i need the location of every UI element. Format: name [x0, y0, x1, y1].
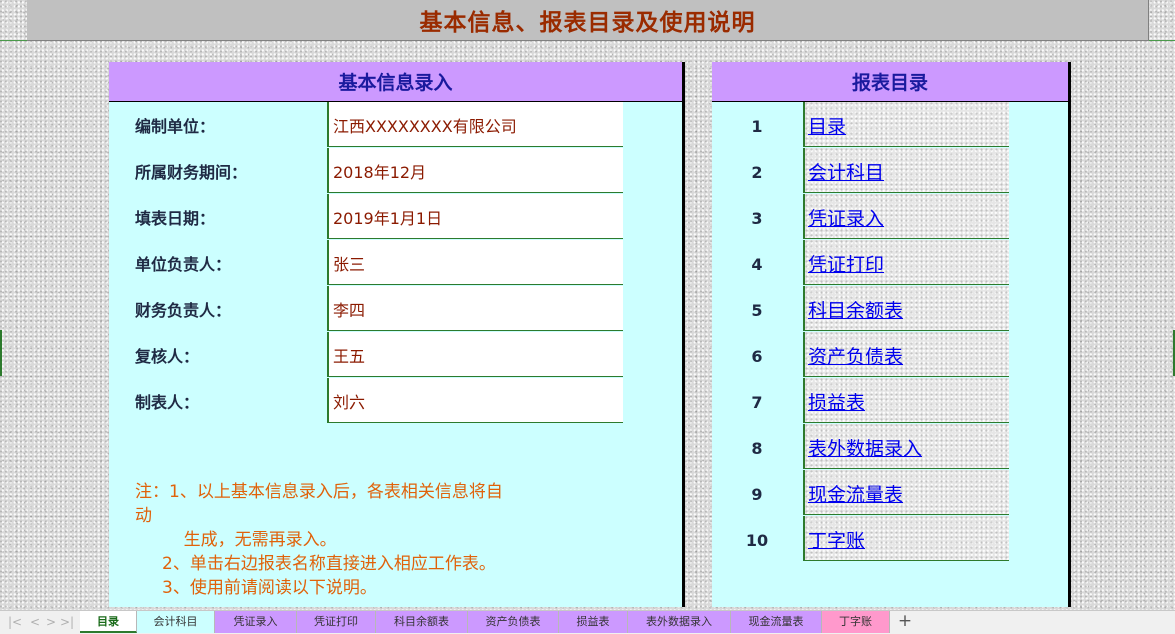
toc-number: 4 — [751, 255, 763, 274]
basic-info-panel: 基本信息录入 编制单位： 江西XXXXXXXX有限公司所属财务期间： 2018年12… — [109, 62, 685, 607]
sheet-tab[interactable]: 凭证录入 — [215, 611, 297, 633]
toc-number: 2 — [751, 163, 763, 182]
info-row: 填表日期： 2019年1月1日 — [109, 194, 682, 240]
toc-row: 7 损益表 — [712, 378, 1068, 424]
gridline-left — [0, 40, 27, 41]
info-label: 制表人： — [135, 393, 200, 412]
info-label: 编制单位： — [135, 117, 216, 136]
info-value-cell[interactable]: 李四 — [327, 286, 623, 331]
info-row: 制表人： 刘六 — [109, 378, 682, 424]
toc-link[interactable]: 凭证录入 — [803, 194, 1009, 239]
sheet-tab[interactable]: 资产负债表 — [468, 611, 559, 633]
gridline-right — [1149, 40, 1175, 41]
info-row: 财务负责人： 李四 — [109, 286, 682, 332]
basic-info-title: 基本信息录入 — [338, 72, 453, 94]
toc-link[interactable]: 资产负债表 — [803, 332, 1009, 377]
info-label: 复核人： — [135, 347, 200, 366]
toc-link[interactable]: 科目余额表 — [803, 286, 1009, 331]
info-value-cell[interactable]: 江西XXXXXXXX有限公司 — [327, 102, 623, 147]
info-label: 填表日期： — [135, 209, 216, 228]
info-value-cell[interactable]: 王五 — [327, 332, 623, 377]
toc-row: 8 表外数据录入 — [712, 424, 1068, 470]
add-sheet-button[interactable]: + — [895, 611, 915, 634]
info-value-cell[interactable]: 2019年1月1日 — [327, 194, 623, 239]
toc-row: 3 凭证录入 — [712, 194, 1068, 240]
toc-link[interactable]: 现金流量表 — [803, 470, 1009, 515]
title-bar: 基本信息、报表目录及使用说明 — [27, 0, 1149, 41]
note-line: 生成，无需再录入。 — [135, 530, 337, 550]
sheet-tab[interactable]: 会计科目 — [137, 611, 215, 633]
toc-link[interactable]: 目录 — [803, 102, 1009, 147]
next-sheet-arrow-icon[interactable]: > — [46, 611, 56, 634]
toc-row: 10 丁字账 — [712, 516, 1068, 562]
sheet-tab-bar: |< < > >| 目录 会计科目 凭证录入 凭证打印 科目余额表 资产负债表 损益表 表外数… — [0, 610, 1175, 634]
toc-number: 5 — [751, 301, 763, 320]
toc-number: 6 — [751, 347, 763, 366]
toc-number: 3 — [751, 209, 763, 228]
sheet-tab[interactable]: 现金流量表 — [731, 611, 822, 633]
page-title: 基本信息、报表目录及使用说明 — [419, 10, 756, 36]
toc-link[interactable]: 损益表 — [803, 378, 1009, 423]
info-value-cell[interactable]: 2018年12月 — [327, 148, 623, 193]
info-row: 单位负责人： 张三 — [109, 240, 682, 286]
toc-link[interactable]: 表外数据录入 — [803, 424, 1009, 469]
toc-row: 9 现金流量表 — [712, 470, 1068, 516]
info-label: 单位负责人： — [135, 255, 232, 274]
info-value-cell[interactable]: 刘六 — [327, 378, 623, 423]
first-sheet-arrow-icon[interactable]: |< — [8, 611, 22, 634]
sheet-tab[interactable]: 凭证打印 — [297, 611, 376, 633]
toc-number: 10 — [745, 531, 769, 550]
info-row: 复核人： 王五 — [109, 332, 682, 378]
report-toc-title: 报表目录 — [851, 72, 928, 94]
note-line: 动 — [135, 506, 152, 526]
sheet-tab[interactable]: 丁字账 — [822, 611, 890, 633]
last-sheet-arrow-icon[interactable]: >| — [60, 611, 74, 634]
toc-link[interactable]: 凭证打印 — [803, 240, 1009, 285]
basic-info-header: 基本信息录入 — [109, 62, 682, 102]
left-edge-mark — [0, 330, 2, 376]
toc-link[interactable]: 丁字账 — [803, 516, 1009, 561]
toc-row: 1 目录 — [712, 102, 1068, 148]
toc-row: 4 凭证打印 — [712, 240, 1068, 286]
info-row: 编制单位： 江西XXXXXXXX有限公司 — [109, 102, 682, 148]
report-toc-header: 报表目录 — [712, 62, 1068, 102]
note-line: 2、单击右边报表名称直接进入相应工作表。 — [135, 554, 496, 574]
toc-row: 2 会计科目 — [712, 148, 1068, 194]
note-line: 3、使用前请阅读以下说明。 — [135, 578, 377, 598]
sheet-tab[interactable]: 损益表 — [559, 611, 628, 633]
sheet-tab[interactable]: 目录 — [80, 611, 137, 633]
toc-row: 6 资产负债表 — [712, 332, 1068, 378]
info-label: 所属财务期间： — [135, 163, 248, 182]
toc-number: 7 — [751, 393, 763, 412]
toc-number: 1 — [751, 117, 763, 136]
sheet-tab[interactable]: 表外数据录入 — [628, 611, 731, 633]
note-line: 注：1、以上基本信息录入后，各表相关信息将自 — [135, 482, 503, 502]
usage-notes: 注：1、以上基本信息录入后，各表相关信息将自动 生成，无需再录入。 2、单击右边… — [135, 480, 615, 600]
sheet-tab[interactable]: 科目余额表 — [376, 611, 468, 633]
info-label: 财务负责人： — [135, 301, 232, 320]
toc-link[interactable]: 会计科目 — [803, 148, 1009, 193]
toc-number: 9 — [751, 485, 763, 504]
prev-sheet-arrow-icon[interactable]: < — [30, 611, 40, 634]
info-row: 所属财务期间： 2018年12月 — [109, 148, 682, 194]
info-value-cell[interactable]: 张三 — [327, 240, 623, 285]
toc-row: 5 科目余额表 — [712, 286, 1068, 332]
report-toc-panel: 报表目录 1 目录 2 会计科目 3 凭证录入 4 凭证打印 5 科目余额表 6 资产负债表 7 损益表 8… — [712, 62, 1071, 607]
toc-number: 8 — [751, 439, 763, 458]
